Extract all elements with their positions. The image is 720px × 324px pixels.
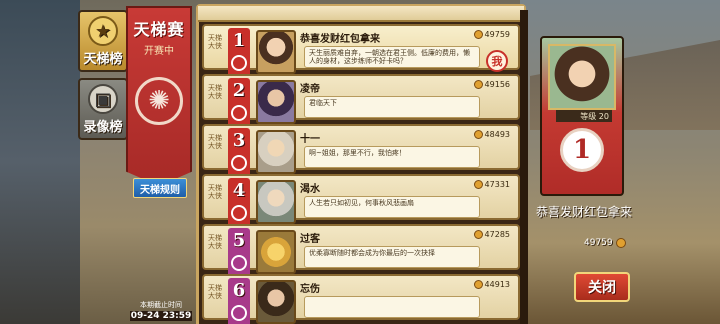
coin-icon [473,30,483,39]
ranking-row[interactable]: 天梯大侠 4 渴水 47331 人生若只如初见，何事秋风悲画扇 [202,174,520,230]
tier-label: 天梯大侠 [208,234,222,250]
swirl-icon [231,55,247,71]
swirl-icon [231,255,247,271]
swirl-icon [231,305,247,321]
ranking-row[interactable]: 天梯大侠 1 恭喜发财红包拿来 49759 天生丽质难自弃，一朝选在君王侧。低廉… [202,24,520,80]
player-power: 47331 [473,180,510,189]
tier-label: 天梯大侠 [208,34,222,50]
video-tape-icon: ▣ [88,84,118,114]
ranking-scrollbar[interactable] [520,10,528,324]
ladder-banner: 天梯赛 开赛中 ✺ [126,6,192,186]
coin-icon [473,80,483,89]
close-button[interactable]: 关闭 [574,272,630,302]
ranking-row[interactable]: 天梯大侠 5 过客 47285 优柔寡断随时都会成为你最后的一次抉择 [202,224,520,280]
player-avatar[interactable] [256,180,296,224]
player-power-value: 49759 [484,30,510,39]
coin-icon [473,280,483,289]
player-quote [304,296,480,318]
me-stamp: 我 [486,50,508,72]
tier-label: 天梯大侠 [208,134,222,150]
rank-badge: 1 [228,28,250,80]
player-quote: 啊~姐姐，那里不行，我怕疼！ [304,146,480,168]
deadline-label: 本期截止时间 [140,301,182,309]
player-avatar[interactable] [256,80,296,124]
player-name: 忘伤 [300,284,320,295]
ranking-row[interactable]: 天梯大侠 6 忘伤 44913 [202,274,520,324]
rank-badge: 3 [228,128,250,180]
rank-badge: 4 [228,178,250,230]
rank-badge: 5 [228,228,250,280]
ranking-row[interactable]: 天梯大侠 3 十一 48493 啊~姐姐，那里不行，我怕疼！ [202,124,520,180]
tier-label: 天梯大侠 [208,84,222,100]
rank-number: 3 [232,130,246,151]
tier-label: 天梯大侠 [208,184,222,200]
rank-number: 2 [232,80,246,101]
swirl-emblem-icon: ✺ [135,77,183,125]
player-avatar[interactable] [256,30,296,74]
my-power: 49759 [584,238,626,248]
my-power-value: 49759 [584,238,613,248]
my-player-name: 恭喜发财红包拿来 [535,205,632,219]
player-name: 凌帝 [300,84,320,95]
player-quote: 君临天下 [304,96,480,118]
player-power: 49156 [473,80,510,89]
star-medal-icon: ★ [88,16,118,46]
player-name: 十一 [300,134,320,145]
player-name: 过客 [300,234,320,245]
swirl-icon [231,205,247,221]
rank-number: 4 [232,180,246,201]
player-avatar[interactable] [256,280,296,324]
coin-icon [473,130,483,139]
ranking-row[interactable]: 天梯大侠 2 凌帝 49156 君临天下 [202,74,520,130]
my-rank-number: 1 [560,128,604,172]
player-power: 44913 [473,280,510,289]
coin-icon [473,180,483,189]
my-level: 等级 20 [556,110,612,122]
coin-icon [473,230,483,239]
player-name: 渴水 [300,184,320,195]
player-power-value: 48493 [484,130,510,139]
tier-label: 天梯大侠 [208,284,222,300]
player-power-value: 47285 [484,230,510,239]
player-avatar[interactable] [256,130,296,174]
tab-ladder-label: 天梯榜 [83,52,123,67]
background-left [0,0,80,324]
coin-icon [615,238,626,248]
banner-title: 天梯赛 [133,20,185,39]
ladder-rules-button[interactable]: 天梯规则 [133,178,187,198]
rank-badge: 2 [228,78,250,130]
player-quote: 人生若只如初见，何事秋风悲画扇 [304,196,480,218]
ranking-list-header-bar [198,6,524,22]
player-power: 49759 [473,30,510,39]
banner-subtitle: 开赛中 [144,46,174,57]
player-name: 恭喜发财红包拿来 [300,34,380,45]
tab-replay-label: 录像榜 [83,120,123,135]
my-avatar [548,44,616,110]
player-power: 48493 [473,130,510,139]
rank-number: 6 [232,280,246,301]
player-power-value: 47331 [484,180,510,189]
my-rank-card: 等级 20 1 [540,36,624,196]
swirl-icon [231,105,247,121]
player-quote: 优柔寡断随时都会成为你最后的一次抉择 [304,246,480,268]
rank-number: 1 [232,30,246,51]
player-power-value: 44913 [484,280,510,289]
player-quote: 天生丽质难自弃，一朝选在君王侧。低廉的费用，懒人的身材，这步练师不好卡吗？ [304,46,480,68]
player-power: 47285 [473,230,510,239]
player-avatar[interactable] [256,230,296,274]
tab-ladder[interactable]: ★ 天梯榜 [78,10,128,72]
tab-replay[interactable]: ▣ 录像榜 [78,78,128,140]
rank-number: 5 [232,230,246,251]
deadline-value: 09-24 23:59 [130,311,192,321]
rank-badge: 6 [228,278,250,324]
swirl-icon [231,155,247,171]
player-power-value: 49156 [484,80,510,89]
